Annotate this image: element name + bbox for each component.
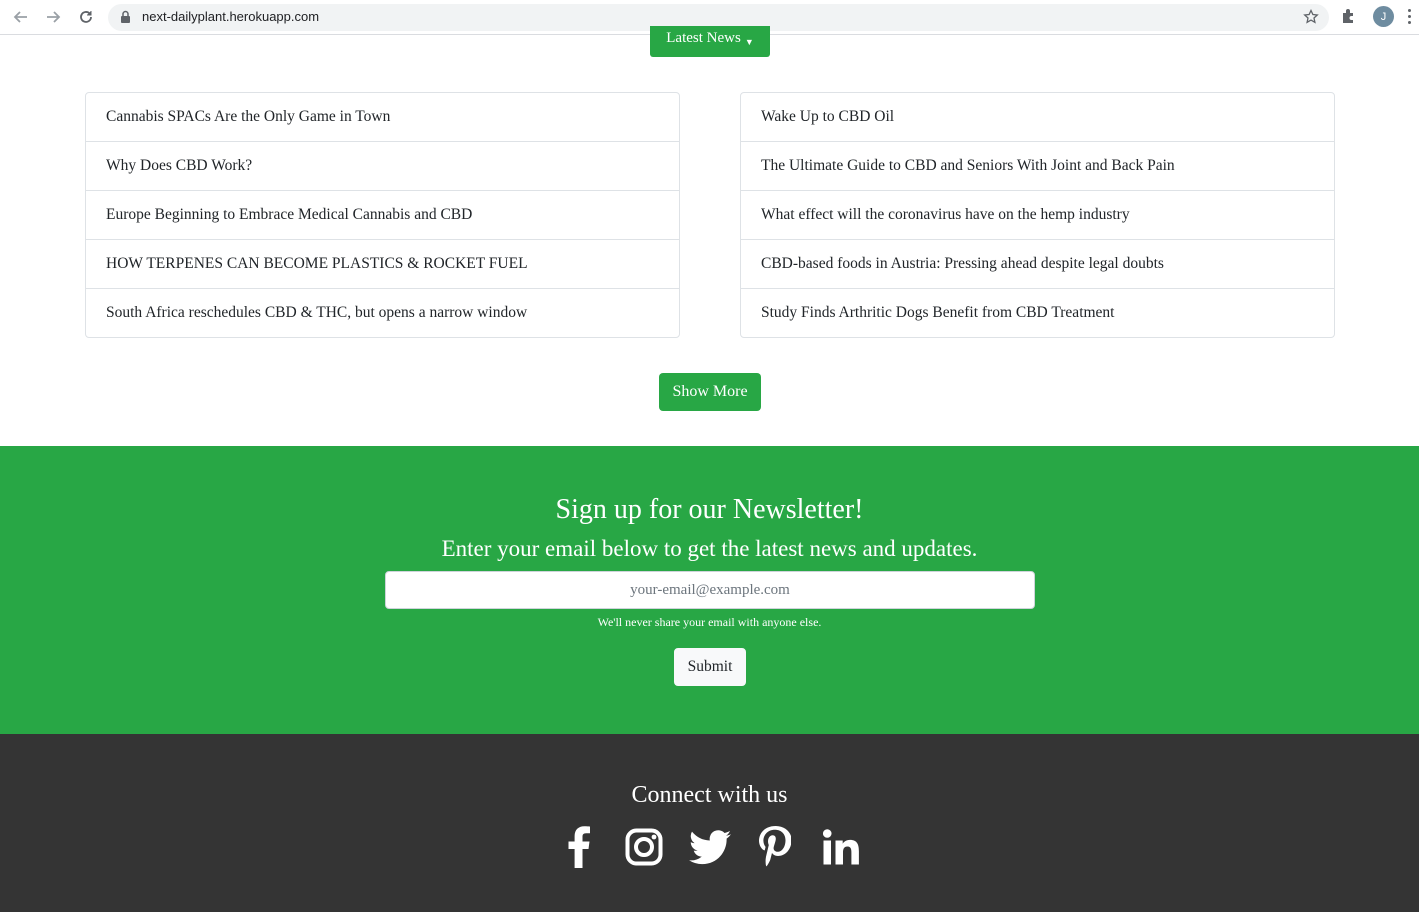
facebook-icon[interactable] bbox=[566, 824, 592, 870]
footer: Connect with us bbox=[0, 734, 1419, 912]
article-link[interactable]: South Africa reschedules CBD & THC, but … bbox=[86, 288, 679, 337]
newsletter-title: Sign up for our Newsletter! bbox=[555, 494, 864, 525]
email-field[interactable] bbox=[385, 571, 1035, 609]
latest-news-dropdown[interactable]: Latest News ▼ bbox=[650, 26, 770, 57]
article-list-right: Wake Up to CBD Oil The Ultimate Guide to… bbox=[740, 92, 1335, 338]
linkedin-icon[interactable] bbox=[822, 824, 860, 870]
article-link[interactable]: Study Finds Arthritic Dogs Benefit from … bbox=[741, 288, 1334, 337]
article-link[interactable]: HOW TERPENES CAN BECOME PLASTICS & ROCKE… bbox=[86, 239, 679, 288]
forward-arrow-icon bbox=[47, 11, 61, 23]
twitter-icon[interactable] bbox=[688, 824, 732, 870]
newsletter-section: Sign up for our Newsletter! Enter your e… bbox=[0, 446, 1419, 734]
show-more-button[interactable]: Show More bbox=[659, 373, 761, 411]
article-link[interactable]: Cannabis SPACs Are the Only Game in Town bbox=[86, 93, 679, 141]
article-link[interactable]: What effect will the coronavirus have on… bbox=[741, 190, 1334, 239]
latest-news-dropdown-label: Latest News bbox=[666, 30, 741, 46]
social-links bbox=[560, 824, 860, 870]
instagram-icon[interactable] bbox=[624, 824, 664, 870]
article-list-left: Cannabis SPACs Are the Only Game in Town… bbox=[85, 92, 680, 338]
extensions-puzzle-icon[interactable] bbox=[1340, 7, 1358, 25]
privacy-note: We'll never share your email with anyone… bbox=[597, 615, 822, 629]
article-link[interactable]: Wake Up to CBD Oil bbox=[741, 93, 1334, 141]
connect-heading: Connect with us bbox=[631, 782, 788, 808]
browser-menu-icon[interactable] bbox=[1408, 9, 1412, 27]
caret-down-icon: ▼ bbox=[744, 37, 754, 47]
submit-button[interactable]: Submit bbox=[674, 648, 746, 686]
article-link[interactable]: Europe Beginning to Embrace Medical Cann… bbox=[86, 190, 679, 239]
pinterest-icon[interactable] bbox=[758, 824, 792, 870]
article-link[interactable]: The Ultimate Guide to CBD and Seniors Wi… bbox=[741, 141, 1334, 190]
forward-button[interactable] bbox=[42, 6, 64, 28]
bookmark-star-icon[interactable] bbox=[1303, 9, 1319, 25]
newsletter-subtitle: Enter your email below to get the latest… bbox=[441, 536, 978, 561]
back-arrow-icon bbox=[13, 11, 27, 23]
url-text: next-dailyplant.herokuapp.com bbox=[142, 9, 320, 24]
lock-icon bbox=[121, 10, 130, 23]
back-button[interactable] bbox=[10, 6, 32, 28]
article-link[interactable]: Why Does CBD Work? bbox=[86, 141, 679, 190]
profile-avatar[interactable]: J bbox=[1373, 6, 1394, 27]
reload-icon bbox=[80, 11, 92, 23]
reload-button[interactable] bbox=[75, 6, 97, 28]
article-link[interactable]: CBD-based foods in Austria: Pressing ahe… bbox=[741, 239, 1334, 288]
